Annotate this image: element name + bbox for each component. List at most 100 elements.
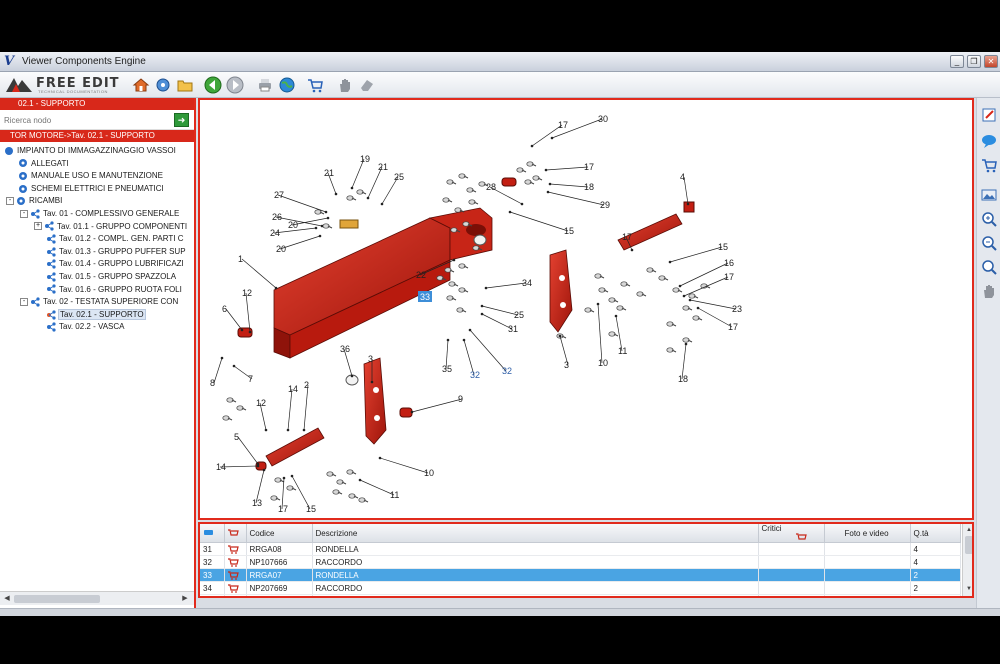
part-plate-lower[interactable] [363,357,387,445]
callout-6[interactable]: 6 [222,304,244,332]
tree-node[interactable]: SCHEMI ELETTRICI E PNEUMATICI [18,183,164,195]
callout-12[interactable]: 12 [256,398,268,432]
column-header-photo-video[interactable]: Foto e video [824,524,911,544]
callout-9[interactable]: 9 [410,394,463,414]
tree-node[interactable]: - Tav. 01 - COMPLESSIVO GENERALE [20,208,179,220]
callout-7[interactable]: 7 [232,364,253,384]
hand-pan-icon[interactable] [336,76,354,94]
tree-node[interactable]: IMPIANTO DI IMMAGAZZINAGGIO VASSOI [4,145,176,157]
forward-arrow-icon[interactable] [226,76,244,94]
callout-15[interactable]: 15 [290,474,316,514]
exploded-view-canvas[interactable]: 1 2 3 3 4 5 6 7 8 9 10 10 11 11 12 12 13 14 14 15 15 15 16 17 17… [198,98,974,520]
scroll-down-icon[interactable]: ▼ [964,584,972,594]
callout-18[interactable]: 18 [678,342,688,384]
tree-node[interactable]: MANUALE USO E MANUTENZIONE [18,170,163,182]
minimize-button[interactable]: _ [950,55,964,68]
row-cart-cell[interactable] [224,542,247,557]
close-button[interactable]: ✕ [984,55,998,68]
callout-4[interactable]: 4 [680,172,690,206]
part-shaft-upper[interactable] [617,201,695,251]
callout-13[interactable]: 13 [252,468,266,508]
tree-node[interactable]: - RICAMBI [6,195,62,207]
table-vertical-scrollbar[interactable]: ▲ ▼ [962,524,972,596]
home-icon[interactable] [132,76,150,94]
callout-23[interactable]: 23 [688,298,742,314]
callout-17[interactable]: 17 [530,120,568,148]
zoom-in-icon[interactable] [980,210,998,228]
callout-20[interactable]: 20 [276,234,322,254]
tree-expander-icon[interactable]: + [34,222,42,231]
callout-1[interactable]: 1 [238,254,278,290]
tree-node[interactable]: ALLEGATI [18,158,69,170]
callout-21[interactable]: 21 [366,162,388,200]
row-cart-cell[interactable] [224,568,247,583]
callout-31[interactable]: 31 [480,312,518,334]
print-icon[interactable] [256,76,274,94]
callout-14[interactable]: 14 [286,384,298,432]
callout-12[interactable]: 12 [242,288,252,334]
tree-node[interactable]: - Tav. 02 - TESTATA SUPERIORE CON [20,296,178,308]
table-row[interactable]: 35 NP107669RACCORDO 2 [200,594,961,596]
callout-8[interactable]: 8 [210,356,224,388]
callout-19[interactable]: 19 [350,154,370,190]
cart-add-icon[interactable] [980,156,998,174]
hand-pan-icon[interactable] [980,282,998,300]
callout-3[interactable]: 3 [558,334,569,370]
components-icon[interactable] [154,76,172,94]
search-go-button[interactable]: ➜ [174,113,189,127]
tree-node[interactable]: Tav. 01.2 - COMPL. GEN. PARTI C [46,233,183,245]
cart-column-header[interactable] [224,524,247,544]
tree-node[interactable]: Tav. 02.1 - SUPPORTO [46,308,146,321]
image-icon[interactable] [980,186,998,204]
callout-15[interactable]: 15 [508,210,574,236]
tree-node[interactable]: Tav. 02.2 - VASCA [46,321,125,333]
column-header-critical[interactable]: Critici [758,524,825,544]
row-cart-cell[interactable] [224,594,247,596]
tree-node[interactable]: Tav. 01.6 - GRUPPO RUOTA FOLI [46,284,182,296]
tree-expander-icon[interactable]: - [20,298,28,307]
tree-node[interactable]: + Tav. 01.1 - GRUPPO COMPONENTI [34,221,187,233]
part-shaft-lower[interactable] [265,427,325,467]
callout-11[interactable]: 11 [358,478,400,500]
scroll-up-icon[interactable]: ▲ [964,525,972,535]
callout-17[interactable]: 17 [682,272,734,298]
row-cart-cell[interactable] [224,555,247,570]
comment-column-header[interactable] [200,524,225,544]
comment-icon[interactable] [980,132,998,150]
callout-36[interactable]: 36 [340,344,354,378]
scroll-left-icon[interactable]: ◀ [2,594,12,604]
part-frame[interactable] [273,207,493,359]
back-arrow-icon[interactable] [204,76,222,94]
callout-2[interactable]: 2 [302,380,309,432]
callout-32[interactable]: 32 [468,328,512,376]
eraser-icon[interactable] [358,76,376,94]
callout-14[interactable]: 14 [216,462,260,472]
callout-5[interactable]: 5 [234,432,260,466]
callout-10[interactable]: 10 [596,302,608,368]
table-row[interactable]: 31 RRGA08 RONDELLA 4 [200,542,961,557]
maximize-button[interactable]: ❐ [967,55,981,68]
open-folder-icon[interactable] [176,76,194,94]
table-scroll-thumb[interactable] [965,536,972,554]
node-search-input[interactable] [2,113,170,127]
callout-35[interactable]: 35 [442,338,452,374]
callout-21[interactable]: 21 [324,168,338,196]
zoom-fit-icon[interactable] [980,258,998,276]
callout-34[interactable]: 34 [484,278,532,290]
tree-expander-icon[interactable]: - [20,209,28,218]
tree-horizontal-scrollbar[interactable]: ◀ ▶ [0,591,194,605]
callout-25[interactable]: 25 [480,304,524,320]
scroll-thumb[interactable] [14,595,100,603]
callout-25[interactable]: 25 [380,172,404,206]
callout-10[interactable]: 10 [378,456,434,478]
callout-32[interactable]: 32 [462,338,480,380]
tree-node[interactable]: Tav. 01.4 - GRUPPO LUBRIFICAZI [46,258,184,270]
callout-15[interactable]: 15 [668,242,728,264]
edit-note-icon[interactable] [980,106,998,124]
tree-node[interactable]: Tav. 01.3 - GRUPPO PUFFER SUP [46,246,186,258]
exploded-drawing[interactable]: 1233456789101011111212131414151515161717… [200,100,972,518]
row-cart-cell[interactable] [224,581,247,596]
part-plate-right[interactable] [549,249,573,333]
column-header-qty[interactable]: Q.tà [910,524,961,544]
callout-27[interactable]: 27 [274,190,328,214]
